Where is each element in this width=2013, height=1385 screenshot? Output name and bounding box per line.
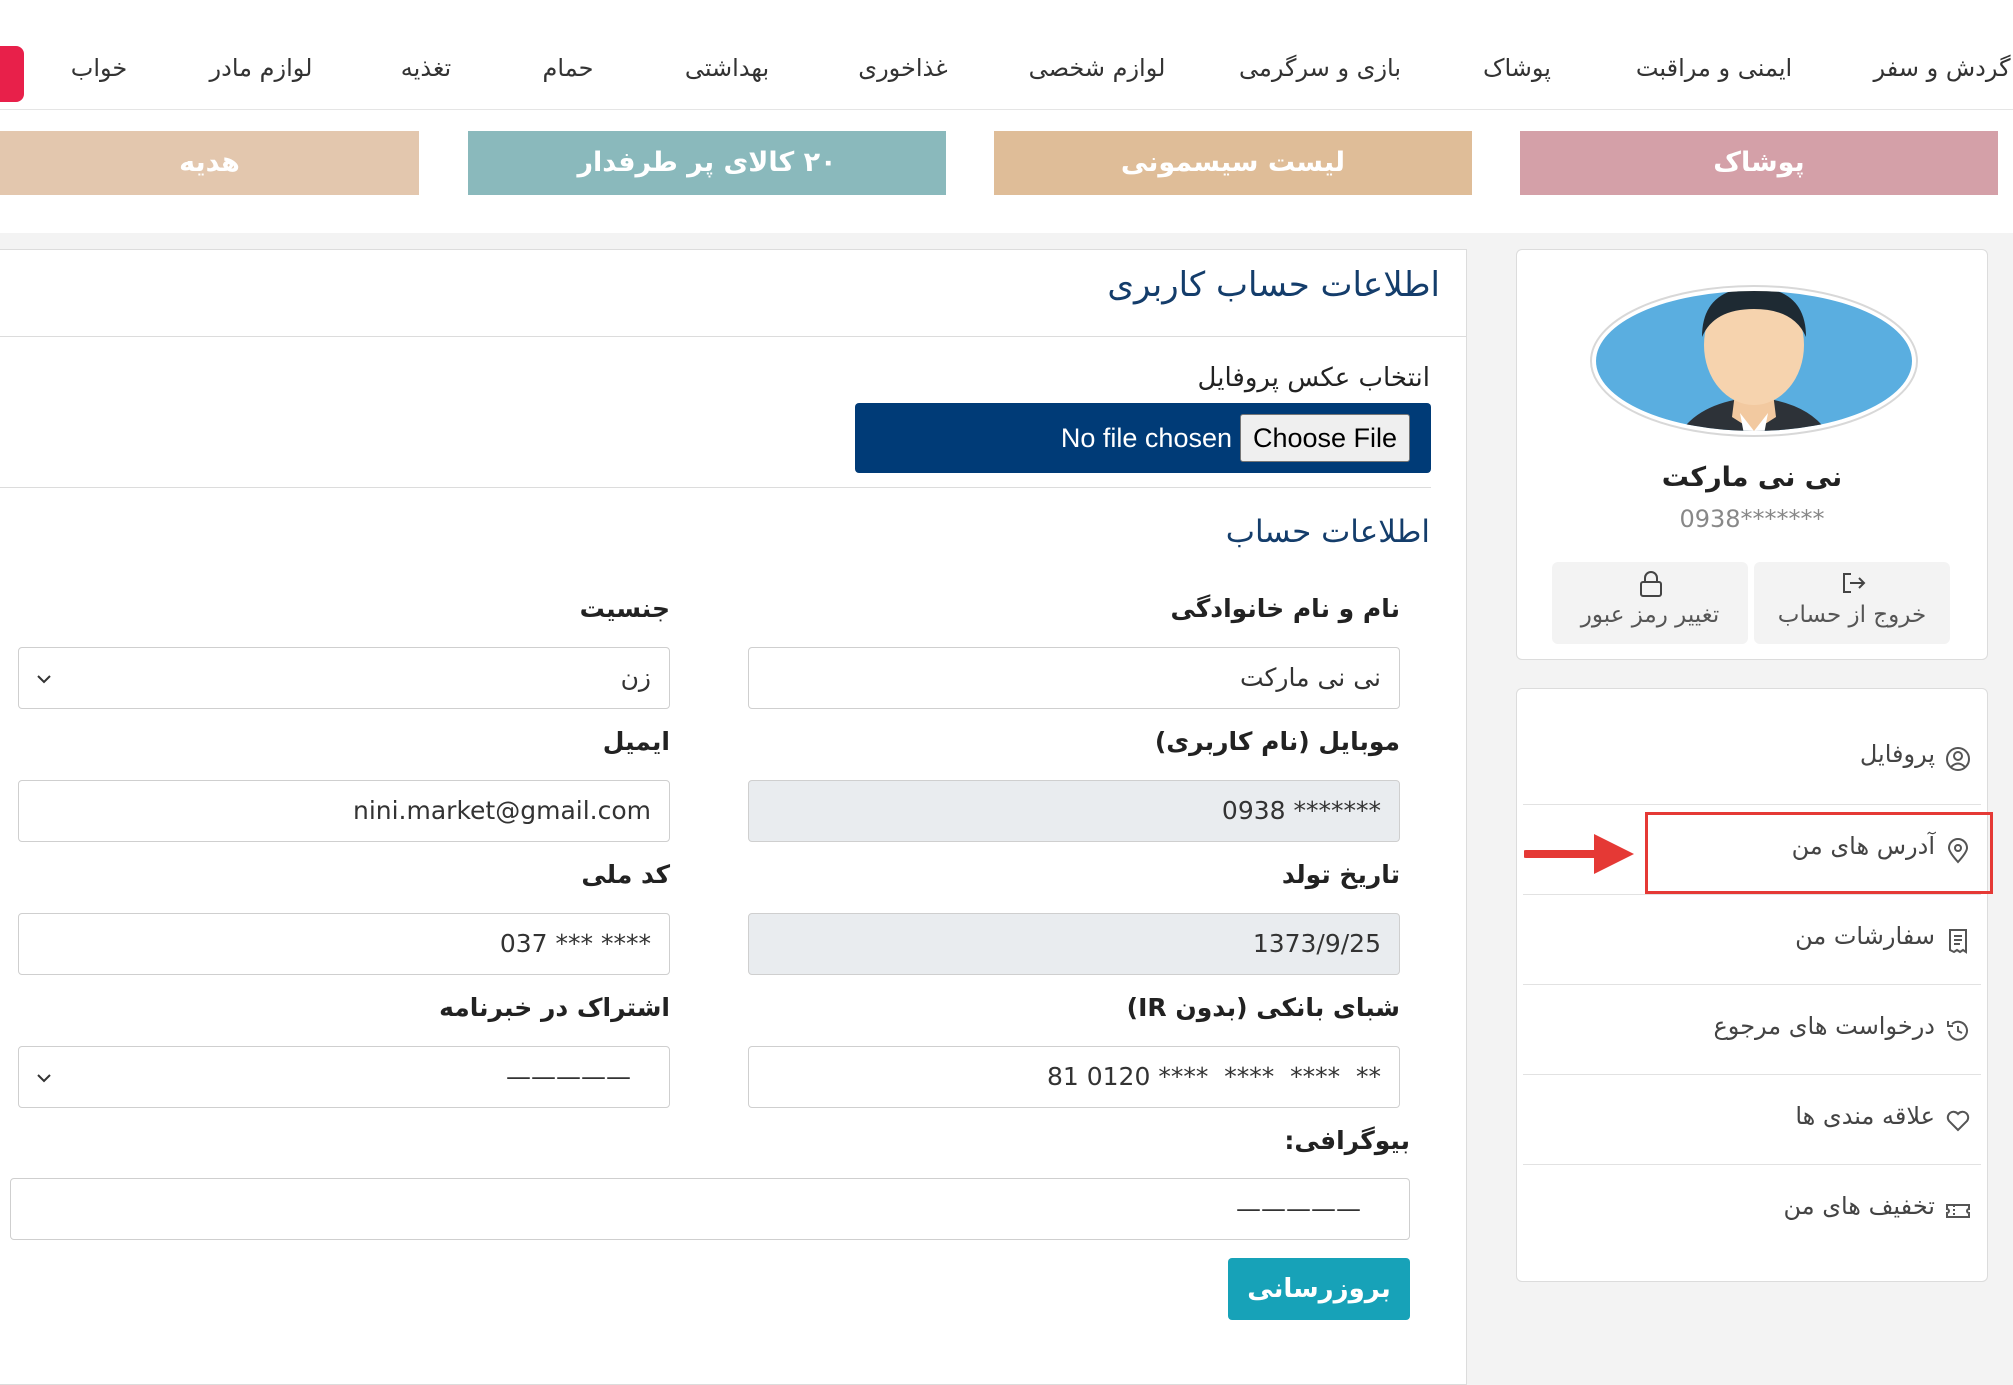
heart-icon	[1946, 1110, 1970, 1132]
avatar	[1590, 285, 1918, 437]
fullname-label: نام و نام خانوادگی	[1170, 594, 1400, 623]
sheba-input[interactable]: 81 0120 **** **** **** **	[748, 1046, 1400, 1108]
logout-label: خروج از حساب	[1777, 602, 1927, 628]
chevron-down-icon	[37, 1074, 51, 1083]
bio-label: بیوگرافی:	[1284, 1126, 1410, 1155]
nav-item-sleep[interactable]: خواب	[71, 48, 128, 88]
menu-item-label: درخواست های مرجوع	[1713, 1012, 1935, 1040]
history-icon	[1947, 1020, 1968, 1041]
menu-item-profile[interactable]: پروفایل	[1523, 712, 1981, 802]
logout-icon	[1843, 573, 1866, 593]
birthdate-input: 1373/9/25	[748, 913, 1400, 975]
menu-item-orders[interactable]: سفارشات من	[1523, 894, 1981, 984]
newsletter-select[interactable]: —————	[18, 1046, 670, 1108]
change-password-label: تغییر رمز عبور	[1580, 602, 1720, 628]
bio-input[interactable]: —————	[10, 1178, 1410, 1240]
nav-badge[interactable]	[0, 46, 24, 102]
nav-item-safety[interactable]: ایمنی و مراقبت	[1636, 48, 1792, 88]
gender-value: زن	[620, 663, 651, 692]
user-phone: 0938*******	[1679, 505, 1825, 533]
menu-item-label: تخفیف های من	[1783, 1192, 1935, 1220]
highlight-box	[1645, 812, 1993, 894]
menu-item-discounts[interactable]: تخفیف های من	[1523, 1164, 1981, 1254]
category-gift-button[interactable]: هدیه	[0, 131, 419, 195]
user-circle-icon	[1946, 747, 1970, 771]
gender-select[interactable]: زن	[18, 647, 670, 709]
category-layette-button[interactable]: لیست سیسمونی	[994, 131, 1472, 195]
category-popular-button[interactable]: ۲۰ کالای پر طرفدار	[468, 131, 946, 195]
nav-item-hygiene[interactable]: بهداشتی	[685, 48, 769, 88]
email-input[interactable]: nini.market@gmail.com	[18, 780, 670, 842]
lock-icon	[1640, 571, 1662, 597]
divider	[0, 336, 1467, 337]
birthdate-label: تاریخ تولد	[1281, 860, 1400, 889]
menu-item-returns[interactable]: درخواست های مرجوع	[1523, 984, 1981, 1074]
receipt-icon	[1949, 929, 1967, 954]
menu-item-favorites[interactable]: علاقه مندی ها	[1523, 1074, 1981, 1164]
fullname-input[interactable]: نی نی مارکت	[748, 647, 1400, 709]
user-name: نی نی مارکت	[1661, 462, 1843, 493]
nav-item-feeding[interactable]: تغذیه	[401, 48, 451, 88]
ticket-icon	[1946, 1204, 1970, 1218]
divider	[0, 487, 1431, 488]
update-button[interactable]: بروزرسانی	[1228, 1258, 1410, 1320]
nav-item-bath[interactable]: حمام	[543, 48, 594, 88]
top-nav: گردش و سفر ایمنی و مراقبت پوشاک بازی و س…	[0, 0, 2013, 110]
sheba-label: شبای بانکی (بدون IR)	[1126, 993, 1400, 1022]
category-clothing-button[interactable]: پوشاک	[1520, 131, 1998, 195]
email-label: ایمیل	[602, 727, 670, 756]
national-code-label: کد ملی	[581, 860, 670, 889]
nav-item-toys[interactable]: بازی و سرگرمی	[1239, 48, 1401, 88]
arrow-icon	[1524, 834, 1634, 874]
mobile-label: موبایل (نام کاربری)	[1154, 727, 1400, 756]
file-status: No file chosen	[1060, 423, 1232, 453]
bio-value: —————	[1236, 1194, 1361, 1223]
national-code-input[interactable]: 037 *** ****	[18, 913, 670, 975]
newsletter-value: —————	[506, 1062, 631, 1091]
menu-item-label: علاقه مندی ها	[1795, 1102, 1935, 1130]
chevron-down-icon	[37, 675, 51, 684]
nav-item-dining[interactable]: غذاخوری	[858, 48, 947, 88]
nav-item-clothing[interactable]: پوشاک	[1483, 48, 1551, 88]
profile-photo-label: انتخاب عکس پروفایل	[1197, 363, 1430, 393]
logout-button[interactable]: خروج از حساب	[1754, 562, 1950, 644]
mobile-input: 0938 *******	[748, 780, 1400, 842]
gender-label: جنسیت	[579, 594, 670, 623]
newsletter-label: اشتراک در خبرنامه	[439, 993, 670, 1022]
nav-item-mother[interactable]: لوازم مادر	[210, 48, 313, 88]
choose-file-button[interactable]: Choose File	[1240, 414, 1410, 462]
page-title: اطلاعات حساب کاربری	[1107, 265, 1440, 305]
menu-item-label: سفارشات من	[1795, 922, 1935, 950]
change-password-button[interactable]: تغییر رمز عبور	[1552, 562, 1748, 644]
nav-item-personal[interactable]: لوازم شخصی	[1029, 48, 1166, 88]
section-title: اطلاعات حساب	[1225, 514, 1430, 550]
nav-item-travel[interactable]: گردش و سفر	[1874, 48, 2011, 88]
menu-item-label: پروفایل	[1859, 740, 1935, 768]
